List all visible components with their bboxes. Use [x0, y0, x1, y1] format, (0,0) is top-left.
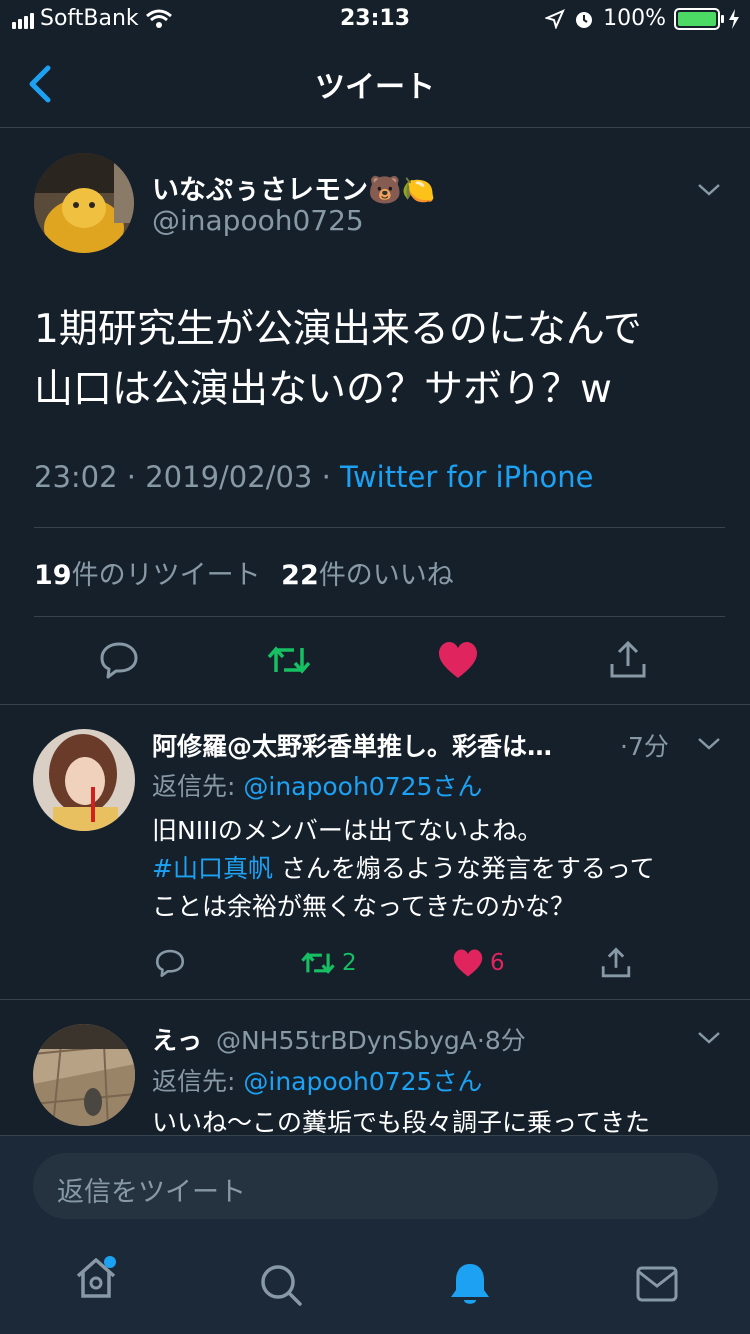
heart-icon[interactable]: [437, 640, 479, 680]
like-count: 6: [490, 950, 505, 976]
divider: [34, 527, 725, 528]
reply-time: ·7分: [620, 732, 669, 761]
meta-separator: ·: [312, 460, 341, 494]
reply-icon[interactable]: [98, 640, 140, 680]
share-icon[interactable]: [608, 640, 648, 680]
tweet-meta: 23:02 · 2019/02/03 · Twitter for iPhone: [34, 460, 593, 494]
hashtag-link[interactable]: #山口真帆: [152, 854, 273, 883]
reply-compose-input[interactable]: 返信をツイート: [33, 1153, 718, 1219]
reply-handle[interactable]: @NH55trBDynSbygA: [216, 1026, 477, 1055]
reply-body-line: ことは余裕が無くなってきたのかな？: [152, 892, 576, 921]
share-icon[interactable]: [600, 947, 632, 979]
tweet-date: 2019/02/03: [145, 460, 313, 494]
reply-to-label: 返信先:: [152, 772, 244, 801]
tweet-text: 1期研究生が公演出来るのになんで 山口は公演出ないの？サボり？w: [34, 300, 724, 420]
reply-to-handle[interactable]: @inapooh0725さん: [243, 772, 482, 801]
reply-body-line: いいね〜この糞垢でも段々調子に乗ってきた: [152, 1108, 651, 1136]
author-handle[interactable]: @inapooh0725: [152, 204, 364, 237]
tweet-text-line: 山口は公演出ないの？サボり？w: [34, 367, 612, 412]
like-stat-label: 件のいいね: [318, 560, 454, 591]
reply-icon[interactable]: [154, 948, 186, 978]
location-arrow-icon: [545, 8, 566, 29]
like-stat[interactable]: 22件のいいね: [281, 560, 454, 591]
battery-icon: [674, 7, 724, 30]
chevron-down-icon[interactable]: [694, 1022, 724, 1052]
reply-display-name[interactable]: えっ: [152, 1026, 202, 1055]
notifications-icon[interactable]: [448, 1260, 492, 1308]
reply-time: ·8分: [476, 1026, 526, 1055]
chevron-down-icon[interactable]: [694, 728, 724, 758]
reply-like-action[interactable]: 6: [452, 948, 505, 978]
retweet-icon[interactable]: [266, 642, 312, 678]
reply-body-line: #山口真帆 さんを煽るような発言をするって: [152, 850, 727, 888]
status-right: 100%: [545, 6, 740, 31]
meta-separator: ·: [117, 460, 146, 494]
reply-avatar[interactable]: [33, 1024, 135, 1126]
page-title: ツイート: [315, 70, 435, 105]
reply-display-name[interactable]: 阿修羅@太野彩香単推し。彩香は…: [152, 727, 602, 763]
reply-header: えっ @NH55trBDynSbygA·8分: [152, 1021, 526, 1057]
reply-body: いいね〜この糞垢でも段々調子に乗ってきた: [152, 1104, 727, 1136]
retweet-count: 2: [342, 950, 357, 976]
retweet-count: 19: [34, 560, 72, 591]
nav-bar: ツイート: [0, 40, 750, 128]
divider: [34, 616, 725, 617]
search-icon[interactable]: [258, 1262, 304, 1308]
retweet-icon: [301, 952, 335, 974]
author-avatar[interactable]: [34, 153, 134, 253]
divider: [0, 999, 750, 1000]
battery-percent: 100%: [603, 6, 666, 31]
reply-body-text: さんを煽るような発言をするって: [272, 854, 655, 883]
tweet-text-line: 1期研究生が公演出来るのになんで: [34, 307, 642, 352]
tweet-source-link[interactable]: Twitter for iPhone: [340, 460, 593, 494]
reply-body-line: 旧NIIIのメンバーは出てないよね。: [152, 816, 543, 845]
charging-icon: [729, 8, 739, 29]
reply-body: 旧NIIIのメンバーは出てないよね。 #山口真帆 さんを煽るような発言をするって…: [152, 812, 727, 926]
alarm-icon: [576, 11, 593, 28]
chevron-down-icon[interactable]: [694, 174, 724, 204]
home-icon[interactable]: [72, 1254, 122, 1304]
messages-icon[interactable]: [636, 1266, 678, 1302]
retweet-stat[interactable]: 19件のリツイート: [34, 560, 261, 591]
like-count: 22: [281, 560, 319, 591]
status-bar: SoftBank 23:13 100%: [0, 0, 750, 40]
reply-retweet-action[interactable]: 2: [300, 949, 357, 977]
reply-to-label: 返信先:: [152, 1067, 244, 1096]
retweet-stat-label: 件のリツイート: [71, 560, 261, 591]
heart-icon: [453, 949, 483, 977]
reply-to-line: 返信先: @inapooh0725さん: [152, 1062, 482, 1098]
tweet-stats: 19件のリツイート 22件のいいね: [34, 553, 454, 592]
tab-bar: [0, 1240, 750, 1334]
divider: [0, 704, 750, 705]
author-display-name[interactable]: いなぷぅさレモン🐻🍋: [152, 168, 435, 207]
tweet-time: 23:02: [34, 460, 118, 494]
reply-to-line: 返信先: @inapooh0725さん: [152, 767, 482, 803]
reply-to-handle[interactable]: @inapooh0725さん: [243, 1067, 482, 1096]
reply-avatar[interactable]: [33, 729, 135, 831]
